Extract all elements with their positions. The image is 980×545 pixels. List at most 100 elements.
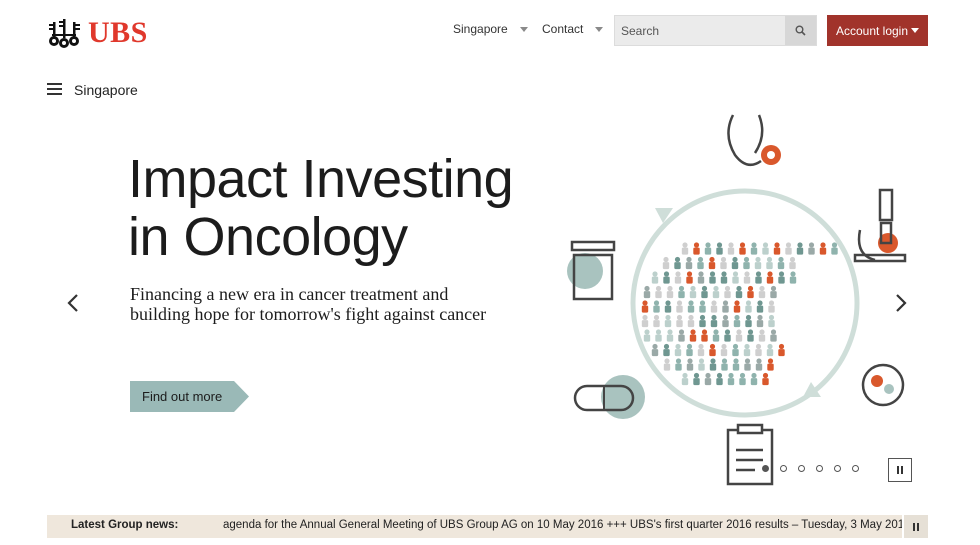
person-figure xyxy=(676,300,683,313)
person-figure xyxy=(686,358,694,371)
find-out-more-button[interactable]: Find out more xyxy=(130,381,249,412)
nav-region-dropdown[interactable]: Singapore xyxy=(453,22,528,36)
carousel-dot[interactable] xyxy=(762,465,769,472)
carousel-dot[interactable] xyxy=(816,465,823,472)
person-figure xyxy=(704,372,712,386)
hamburger-icon[interactable] xyxy=(47,83,62,97)
person-figure xyxy=(664,300,672,313)
person-figure xyxy=(733,314,741,328)
ubs-logo[interactable]: UBS xyxy=(46,16,148,50)
person-figure xyxy=(732,343,739,357)
hero-subtitle-line: Financing a new era in cancer treatment … xyxy=(130,284,449,304)
ticker-pause-button[interactable] xyxy=(904,515,928,538)
search-input[interactable] xyxy=(615,16,787,45)
person-figure xyxy=(756,314,764,328)
person-figure xyxy=(697,343,705,357)
person-figure xyxy=(674,256,681,270)
person-figure xyxy=(789,271,797,284)
hero-title-line: in Oncology xyxy=(128,207,408,267)
person-figure xyxy=(773,242,781,255)
news-ticker: Latest Group news: agenda for the Annual… xyxy=(47,515,902,538)
search-button[interactable] xyxy=(785,16,816,45)
person-figure xyxy=(687,314,695,328)
person-figure xyxy=(699,300,706,313)
person-figure xyxy=(675,358,682,371)
carousel-dot[interactable] xyxy=(798,465,805,472)
nav-contact-dropdown[interactable]: Contact xyxy=(542,22,604,36)
microscope-icon xyxy=(853,188,907,263)
search-box xyxy=(614,15,817,46)
people-crowd xyxy=(641,242,838,386)
stethoscope-icon xyxy=(727,114,781,167)
nav-region-label: Singapore xyxy=(453,22,508,36)
person-figure xyxy=(663,343,670,357)
carousel-pause-button[interactable] xyxy=(888,458,912,482)
person-figure xyxy=(724,285,731,299)
person-figure xyxy=(747,285,754,299)
person-figure xyxy=(743,256,750,270)
person-figure xyxy=(768,300,775,313)
person-figure xyxy=(745,300,752,313)
person-figure xyxy=(643,285,651,299)
person-figure xyxy=(674,271,682,284)
person-figure xyxy=(686,271,693,284)
person-figure xyxy=(727,242,735,255)
person-figure xyxy=(641,314,649,328)
hero-subtitle: Financing a new era in cancer treatment … xyxy=(130,284,550,324)
person-figure xyxy=(641,300,649,313)
person-figure xyxy=(789,256,796,270)
person-figure xyxy=(663,271,670,284)
person-figure xyxy=(720,343,728,357)
person-figure xyxy=(755,271,762,284)
person-figure xyxy=(701,329,708,342)
person-figure xyxy=(727,372,735,386)
chevron-down-icon xyxy=(911,28,920,33)
person-figure xyxy=(681,372,689,386)
person-figure xyxy=(676,314,683,328)
person-figure xyxy=(697,271,705,284)
person-figure xyxy=(666,329,674,342)
person-figure xyxy=(831,242,838,255)
person-figure xyxy=(766,271,774,284)
person-figure xyxy=(686,343,693,357)
person-figure xyxy=(712,329,720,342)
person-figure xyxy=(643,329,651,342)
person-figure xyxy=(710,314,718,328)
carousel-dot[interactable] xyxy=(852,465,859,472)
person-figure xyxy=(651,343,659,357)
person-figure xyxy=(732,358,740,371)
person-figure xyxy=(758,285,766,299)
person-figure xyxy=(808,242,815,255)
person-figure xyxy=(662,256,670,270)
account-login-button[interactable]: Account login xyxy=(827,15,928,46)
keys-logo-icon xyxy=(49,19,80,48)
person-figure xyxy=(666,285,674,299)
person-figure xyxy=(704,242,712,255)
pause-icon xyxy=(897,466,903,474)
person-figure xyxy=(766,256,773,270)
carousel-dot[interactable] xyxy=(834,465,841,472)
nav-contact-label: Contact xyxy=(542,22,584,36)
hero-title-line: Impact Investing xyxy=(128,149,514,209)
person-figure xyxy=(739,372,746,386)
person-figure xyxy=(724,329,731,342)
person-figure xyxy=(796,242,804,255)
person-figure xyxy=(750,372,758,386)
region-title: Singapore xyxy=(74,82,138,98)
petri-dish-icon xyxy=(861,363,905,407)
person-figure xyxy=(739,242,746,255)
ticker-text[interactable]: agenda for the Annual General Meeting of… xyxy=(223,519,902,531)
chevron-left-icon[interactable] xyxy=(65,292,81,314)
person-figure xyxy=(767,358,774,371)
person-figure xyxy=(735,329,743,342)
person-figure xyxy=(689,285,697,299)
person-figure xyxy=(785,242,792,255)
person-figure xyxy=(778,271,785,284)
person-figure xyxy=(716,372,723,386)
person-figure xyxy=(750,242,758,255)
account-login-label: Account login xyxy=(835,23,909,38)
person-figure xyxy=(712,285,720,299)
person-figure xyxy=(689,329,697,342)
carousel-dot[interactable] xyxy=(780,465,787,472)
logo-wordmark: UBS xyxy=(88,16,148,49)
